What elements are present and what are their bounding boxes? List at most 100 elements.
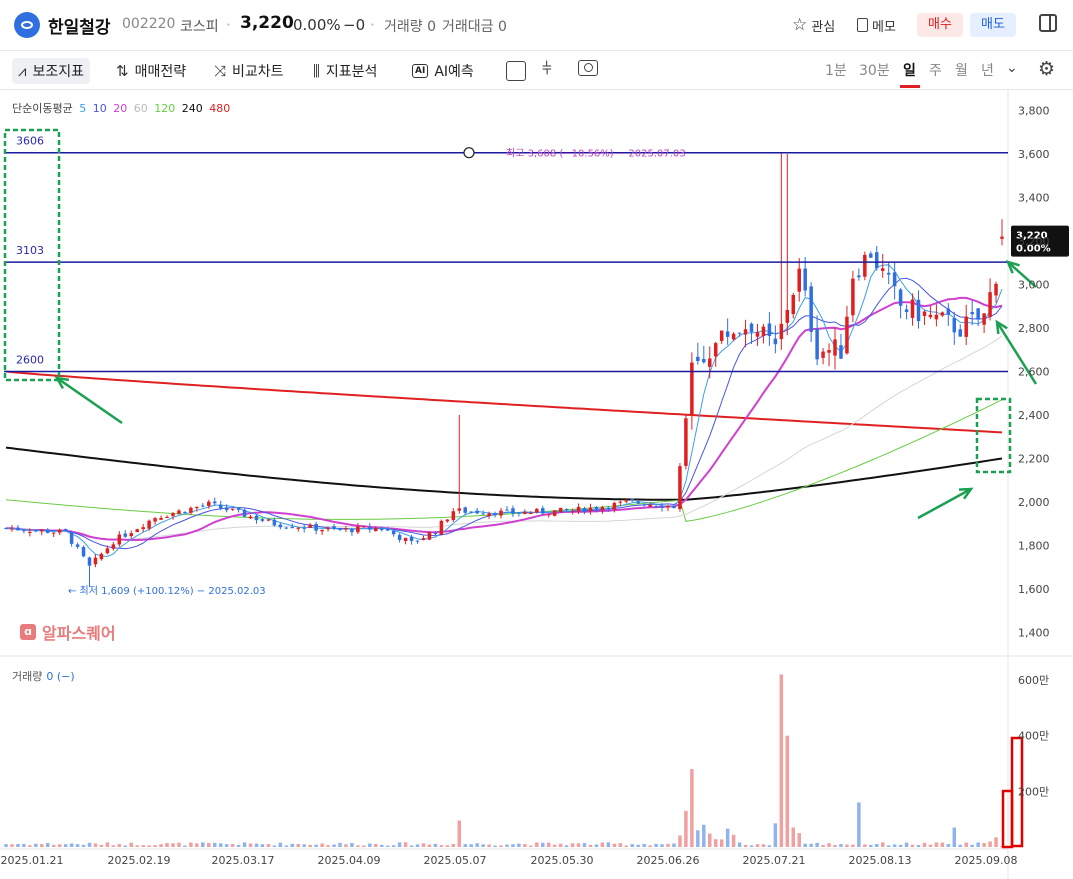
volume-bar — [427, 844, 432, 847]
candle-body — [356, 526, 360, 533]
candle-body — [672, 505, 676, 508]
date-tick-label: 2025.03.17 — [212, 854, 275, 867]
watermark: ɑ 알파스퀘어 — [20, 620, 116, 644]
volume-bar — [833, 845, 837, 847]
candle-body — [791, 294, 796, 315]
candle-body — [201, 505, 205, 507]
candle-body — [111, 544, 116, 549]
candle-body — [773, 338, 778, 345]
candle-body — [761, 326, 766, 337]
candle-body — [541, 508, 545, 514]
candle-body — [618, 501, 623, 503]
candle-body — [278, 524, 283, 528]
volume-bar — [51, 844, 56, 847]
volume-legend: 거래량 0 (−) — [12, 668, 75, 684]
candle-body — [988, 292, 992, 318]
volume-bar — [606, 842, 611, 847]
volume-bar — [230, 844, 235, 847]
volume-bar — [338, 842, 342, 847]
volume-bar — [749, 845, 754, 847]
price-tick-label: 1,400 — [1018, 627, 1050, 640]
candle-body — [600, 507, 605, 511]
candle-body — [493, 513, 497, 516]
volume-bar — [385, 845, 390, 847]
candle-body — [576, 506, 581, 512]
volume-bar — [582, 843, 587, 847]
candle-body — [690, 362, 694, 416]
volume-bar — [123, 845, 128, 847]
volume-bar — [391, 845, 396, 847]
volume-bar — [827, 843, 831, 847]
candle-body — [409, 537, 414, 542]
volume-bar — [785, 735, 790, 847]
volume-bar — [904, 842, 909, 847]
volume-bar — [451, 843, 456, 847]
price-chart[interactable]: 3606 3103 2600 최고 3,608 (−10.56%) − 2025.0… — [0, 0, 1073, 879]
candle-body — [153, 518, 157, 522]
candle-body — [725, 331, 730, 337]
candle-body — [606, 507, 611, 509]
candle-body — [212, 501, 217, 504]
volume-bar — [541, 842, 545, 847]
volume-bar — [821, 845, 825, 847]
volume-bar — [719, 839, 724, 847]
candle-body — [105, 548, 110, 554]
volume-bar — [105, 842, 110, 847]
candle-body — [147, 520, 151, 529]
candle-body — [898, 289, 903, 306]
ma-legend[interactable]: 단순이동평균 5 10 20 60 120 240 480 — [12, 100, 233, 116]
ma-legend-20: 20 — [113, 102, 128, 115]
candle-body — [922, 311, 927, 316]
volume-bar — [976, 842, 980, 847]
candle-body — [421, 538, 426, 540]
candle-body — [332, 526, 336, 529]
candle-body — [248, 516, 253, 519]
candle-body — [87, 557, 92, 566]
candle-body — [403, 537, 408, 542]
date-tick-label: 2025.09.08 — [955, 854, 1018, 867]
candle-body — [141, 527, 145, 530]
candle-body — [827, 350, 831, 353]
price-tick-label: 3,200 — [1018, 235, 1050, 248]
candle-body — [582, 508, 587, 513]
date-tick-label: 2025.08.13 — [849, 854, 912, 867]
volume-bar — [350, 843, 354, 847]
candle-body — [338, 528, 342, 530]
volume-bar — [690, 769, 694, 847]
candle-body — [63, 529, 68, 531]
candle-body — [588, 507, 593, 512]
candle-body — [869, 253, 873, 258]
candle-body — [785, 309, 790, 323]
candle-body — [696, 356, 700, 361]
candle-body — [946, 308, 951, 315]
candle-body — [284, 527, 289, 529]
candle-body — [499, 510, 503, 516]
volume-bar — [147, 845, 151, 847]
price-tick-label: 2,600 — [1018, 366, 1050, 379]
candle-body — [445, 519, 450, 522]
volume-bar — [296, 843, 300, 847]
volume-bar — [755, 844, 760, 847]
volume-bar — [767, 845, 772, 847]
price-tick-label: 2,400 — [1018, 409, 1050, 422]
candle-body — [320, 529, 324, 532]
volume-tick-label: 400만 — [1018, 730, 1049, 743]
candle-body — [648, 504, 652, 507]
volume-bar — [332, 844, 336, 847]
candle-body — [117, 534, 122, 545]
candle-body — [362, 526, 366, 528]
candle-body — [326, 527, 330, 530]
volume-bar — [34, 843, 38, 847]
price-tick-label: 3,400 — [1018, 192, 1050, 205]
volume-bar — [153, 845, 157, 847]
volume-bar — [379, 844, 384, 847]
volume-bar — [135, 845, 139, 847]
candle-body — [880, 268, 885, 271]
candle-body — [713, 343, 718, 357]
volume-bar — [224, 844, 229, 847]
volume-bar — [362, 845, 366, 847]
candle-body — [463, 507, 467, 513]
volume-bar — [278, 842, 283, 847]
candle-body — [135, 529, 139, 533]
candle-body — [875, 252, 879, 269]
